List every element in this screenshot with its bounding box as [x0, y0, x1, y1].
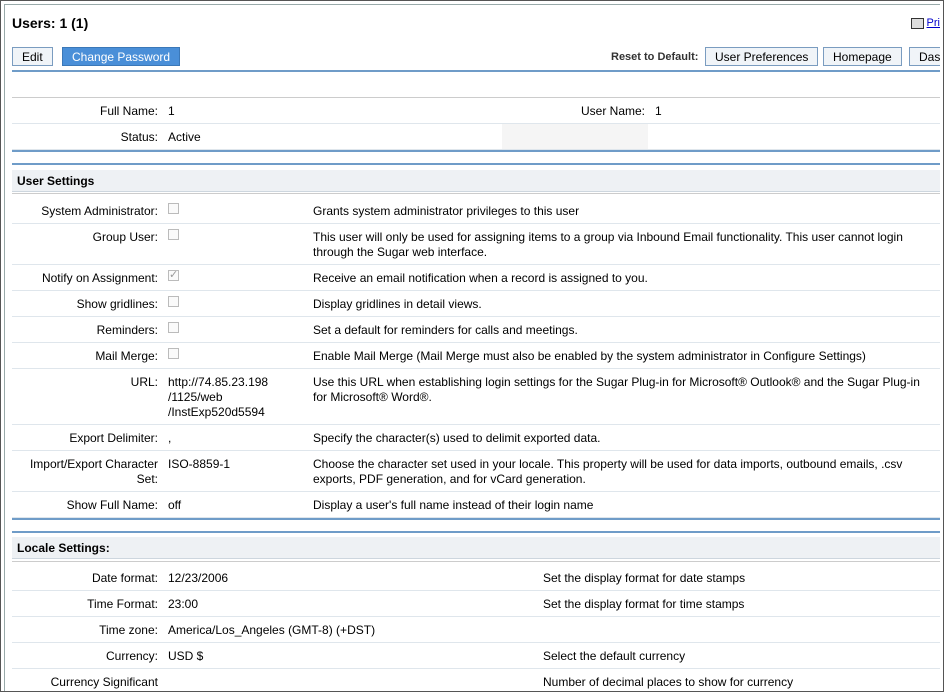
- currency-value: USD $: [168, 649, 204, 663]
- locale-row-currency: Currency: USD $ Select the default curre…: [12, 643, 940, 669]
- setting-row-url: URL: http://74.85.23.198 /1125/web /Inst…: [12, 369, 940, 425]
- divider: [12, 70, 940, 72]
- setting-description: Display gridlines in detail views.: [313, 297, 482, 311]
- setting-label: Notify on Assignment:: [41, 271, 158, 285]
- locale-row-currency-significant: Currency Significant Number of decimal p…: [12, 669, 940, 691]
- setting-label: Group User:: [92, 230, 158, 244]
- setting-label: URL:: [130, 375, 158, 389]
- divider: [12, 163, 940, 165]
- setting-row-show-full-name: Show Full Name: off Display a user's ful…: [12, 492, 940, 518]
- notify-on-assignment-checkbox[interactable]: [168, 268, 179, 281]
- locale-label: Currency:: [105, 649, 158, 663]
- full-name-row: Full Name: 1 User Name: 1: [12, 98, 940, 124]
- setting-row-notify-on-assignment: Notify on Assignment: Receive an email n…: [12, 265, 940, 291]
- character-set-value: ISO-8859-1: [168, 457, 231, 471]
- setting-label: Reminders:: [96, 323, 158, 337]
- printer-icon: [910, 17, 924, 29]
- divider: [12, 531, 940, 533]
- change-password-button[interactable]: Change Password: [62, 47, 181, 66]
- content-area: Users: 1 (1) Pri Edit Change Password Re…: [4, 4, 940, 691]
- setting-description: Receive an email notification when a rec…: [313, 271, 648, 285]
- window-frame: Users: 1 (1) Pri Edit Change Password Re…: [0, 0, 944, 692]
- setting-description: Use this URL when establishing login set…: [313, 375, 920, 404]
- group-user-checkbox[interactable]: [168, 229, 179, 240]
- export-delimiter-value: ,: [168, 431, 172, 445]
- setting-row-group-user: Group User: This user will only be used …: [12, 224, 940, 265]
- url-value: http://74.85.23.198 /1125/web /InstExp52…: [168, 375, 269, 419]
- user-settings-heading: User Settings: [12, 170, 940, 192]
- locale-description: Select the default currency: [543, 649, 686, 663]
- setting-description: Grants system administrator privileges t…: [313, 204, 580, 218]
- full-name-value: 1: [168, 104, 175, 118]
- setting-row-import-export-character-set: Import/Export Character Set: ISO-8859-1 …: [12, 451, 940, 492]
- time-format-value: 23:00: [168, 597, 199, 611]
- user-preferences-button[interactable]: User Preferences: [705, 47, 819, 66]
- locale-description: Set the display format for time stamps: [543, 597, 745, 611]
- locale-label: Time zone:: [99, 623, 158, 637]
- setting-description: Display a user's full name instead of th…: [313, 498, 594, 512]
- locale-settings-heading: Locale Settings:: [12, 537, 940, 559]
- setting-label: Import/Export Character Set:: [29, 457, 158, 486]
- status-label: Status:: [120, 130, 158, 144]
- divider: [12, 193, 940, 194]
- show-full-name-value: off: [168, 498, 182, 512]
- reset-to-default-label: Reset to Default:: [611, 51, 699, 63]
- empty-cell: [502, 124, 648, 149]
- status-row: Status: Active: [12, 124, 940, 150]
- print-label: Pri: [926, 17, 940, 29]
- setting-row-system-administrator: System Administrator: Grants system admi…: [12, 198, 940, 224]
- full-name-label: Full Name:: [99, 104, 158, 118]
- locale-row-date-format: Date format: 12/23/2006 Set the display …: [12, 565, 940, 591]
- reminders-checkbox[interactable]: [168, 322, 179, 333]
- setting-label: Show Full Name:: [66, 498, 158, 512]
- locale-description: Set the display format for date stamps: [543, 571, 746, 585]
- mail-merge-checkbox[interactable]: [168, 348, 179, 359]
- locale-label: Time Format:: [87, 597, 158, 611]
- page-title: Users: 1 (1): [12, 15, 89, 31]
- divider: [12, 518, 940, 520]
- setting-row-reminders: Reminders: Set a default for reminders f…: [12, 317, 940, 343]
- system-administrator-checkbox[interactable]: [168, 203, 179, 214]
- status-value: Active: [168, 130, 201, 144]
- show-gridlines-checkbox[interactable]: [168, 296, 179, 307]
- locale-label: Date format:: [91, 571, 158, 585]
- print-link[interactable]: Pri: [910, 17, 940, 29]
- setting-label: Mail Merge:: [95, 349, 158, 363]
- setting-description: Enable Mail Merge (Mail Merge must also …: [313, 349, 866, 363]
- setting-label: Show gridlines:: [76, 297, 158, 311]
- locale-description: Number of decimal places to show for cur…: [543, 675, 794, 689]
- setting-row-export-delimiter: Export Delimiter: , Specify the characte…: [12, 425, 940, 451]
- divider: [12, 561, 940, 562]
- date-format-value: 12/23/2006: [168, 571, 229, 585]
- homepage-button[interactable]: Homepage: [823, 47, 902, 66]
- user-name-value: 1: [655, 104, 662, 118]
- setting-description: Choose the character set used in your lo…: [313, 457, 903, 486]
- dashboard-button[interactable]: Das: [909, 47, 940, 66]
- setting-description: Specify the character(s) used to delimit…: [313, 431, 601, 445]
- time-zone-value: America/Los_Angeles (GMT-8) (+DST): [168, 623, 376, 637]
- edit-button[interactable]: Edit: [12, 47, 53, 66]
- setting-label: System Administrator:: [41, 204, 158, 218]
- setting-description: This user will only be used for assignin…: [313, 230, 903, 259]
- setting-label: Export Delimiter:: [69, 431, 158, 445]
- locale-row-time-format: Time Format: 23:00 Set the display forma…: [12, 591, 940, 617]
- locale-row-time-zone: Time zone: America/Los_Angeles (GMT-8) (…: [12, 617, 940, 643]
- divider: [12, 150, 940, 152]
- setting-description: Set a default for reminders for calls an…: [313, 323, 578, 337]
- setting-row-mail-merge: Mail Merge: Enable Mail Merge (Mail Merg…: [12, 343, 940, 369]
- locale-label: Currency Significant: [50, 675, 158, 689]
- setting-row-show-gridlines: Show gridlines: Display gridlines in det…: [12, 291, 940, 317]
- user-name-label: User Name:: [580, 104, 645, 118]
